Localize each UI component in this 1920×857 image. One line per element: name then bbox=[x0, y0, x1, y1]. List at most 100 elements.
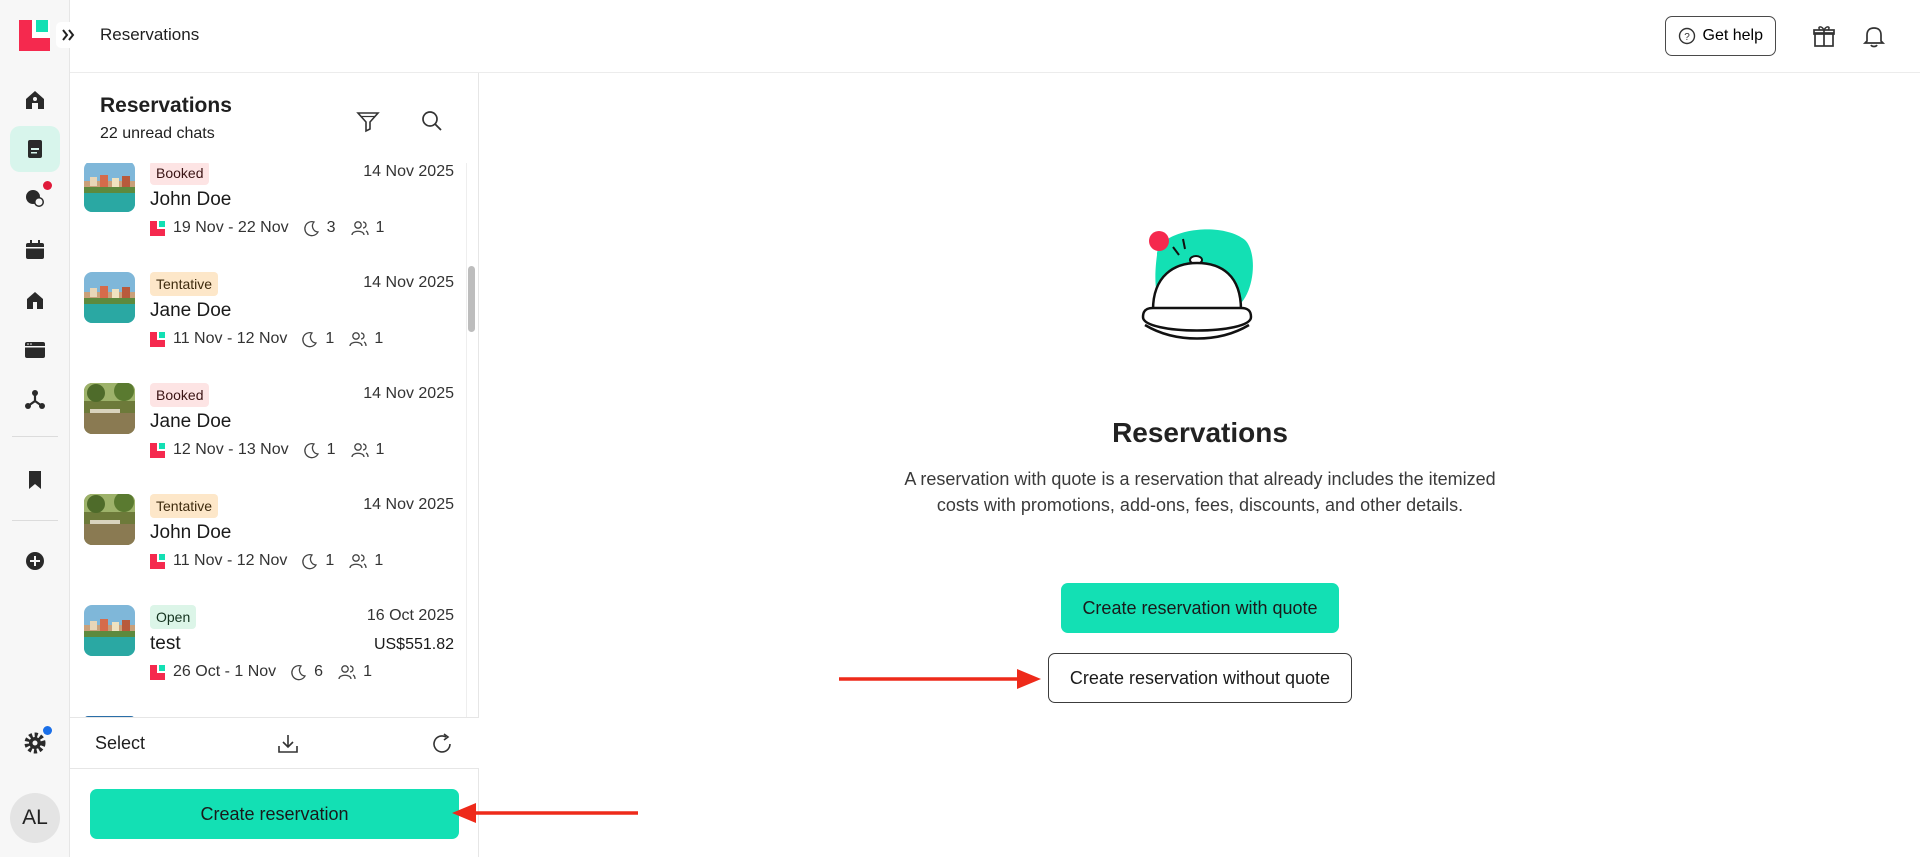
guests-count: 1 bbox=[375, 441, 385, 458]
list-item[interactable]: Open 16 Oct 2025 test US$551.82 26 Oct -… bbox=[84, 605, 454, 716]
brand-logo[interactable] bbox=[19, 20, 50, 51]
channel-logo-icon bbox=[150, 664, 165, 680]
status-badge: Tentative bbox=[150, 494, 219, 518]
create-reservation-button[interactable]: Create reservation bbox=[90, 789, 459, 839]
date-range: 12 Nov - 13 Nov bbox=[173, 441, 289, 458]
sidebar-item-calendar[interactable] bbox=[10, 227, 60, 273]
create-without-quote-button[interactable]: Create reservation without quote bbox=[1048, 653, 1352, 703]
sidebar-item-add[interactable] bbox=[10, 538, 60, 584]
service-bell-illustration bbox=[1141, 229, 1253, 340]
filter-icon[interactable] bbox=[354, 107, 382, 135]
inbox-icon bbox=[26, 190, 44, 207]
nights-count: 1 bbox=[326, 441, 336, 458]
item-date: 14 Nov 2025 bbox=[363, 385, 454, 402]
select-button[interactable]: Select bbox=[95, 733, 145, 754]
bookmark-icon bbox=[29, 471, 41, 489]
nights-count: 3 bbox=[326, 219, 336, 236]
property-thumbnail bbox=[84, 383, 135, 434]
item-date: 14 Nov 2025 bbox=[363, 163, 454, 180]
nights-icon bbox=[291, 665, 307, 681]
item-meta: 19 Nov - 22 Nov 3 1 bbox=[150, 219, 384, 237]
guests-count: 1 bbox=[375, 219, 385, 236]
top-bar: Reservations ? Get help bbox=[56, 0, 1920, 73]
reservations-icon bbox=[28, 140, 42, 158]
guest-name: John Doe bbox=[150, 522, 232, 543]
channel-logo-icon bbox=[150, 331, 165, 347]
date-range: 19 Nov - 22 Nov bbox=[173, 219, 289, 236]
nights-count: 6 bbox=[314, 663, 324, 680]
list-item[interactable]: Tentative 14 Nov 2025 Jane Doe 11 Nov - … bbox=[84, 272, 454, 383]
sidebar-divider bbox=[12, 520, 58, 521]
integrations-icon bbox=[25, 390, 45, 409]
channels-icon bbox=[25, 342, 45, 358]
refresh-icon[interactable] bbox=[429, 731, 455, 757]
guests-count: 1 bbox=[374, 330, 384, 347]
sidebar-item-channels[interactable] bbox=[10, 327, 60, 373]
sidebar-item-integrations[interactable] bbox=[10, 377, 60, 423]
annotation-arrow-icon bbox=[839, 669, 1041, 689]
reservation-list[interactable]: Booked 14 Nov 2025 John Doe 19 Nov - 22 … bbox=[70, 163, 479, 718]
guest-name: Jane Doe bbox=[150, 300, 232, 321]
page-title: Reservations bbox=[100, 25, 200, 44]
nights-count: 1 bbox=[325, 552, 335, 569]
date-range: 26 Oct - 1 Nov bbox=[173, 663, 277, 680]
property-thumbnail bbox=[84, 272, 135, 323]
sidebar-item-bookmarks[interactable] bbox=[10, 457, 60, 503]
sidebar-item-settings[interactable] bbox=[10, 720, 60, 766]
download-icon[interactable] bbox=[275, 731, 301, 757]
get-help-label: Get help bbox=[1702, 27, 1763, 44]
sidebar-item-properties[interactable] bbox=[10, 277, 60, 323]
channel-logo-icon bbox=[150, 442, 165, 458]
panel-title: Reservations bbox=[100, 94, 232, 117]
item-date: 14 Nov 2025 bbox=[363, 496, 454, 513]
item-meta: 26 Oct - 1 Nov 6 1 bbox=[150, 663, 372, 681]
properties-icon bbox=[27, 292, 43, 309]
guest-name: Jane Doe bbox=[150, 411, 232, 432]
guests-icon bbox=[349, 554, 367, 569]
item-price: US$551.82 bbox=[373, 636, 454, 653]
guest-name: test bbox=[150, 633, 181, 654]
date-range: 11 Nov - 12 Nov bbox=[173, 552, 288, 569]
create-with-quote-button[interactable]: Create reservation with quote bbox=[1061, 583, 1339, 633]
list-item[interactable]: Tentative 14 Nov 2025 John Doe 11 Nov - … bbox=[84, 494, 454, 605]
status-badge: Booked bbox=[150, 383, 210, 407]
settings-icon bbox=[24, 732, 46, 754]
empty-state-title: Reservations bbox=[1112, 417, 1288, 448]
home-icon bbox=[26, 91, 44, 109]
status-badge: Tentative bbox=[150, 272, 219, 296]
avatar[interactable]: AL bbox=[10, 793, 60, 843]
search-icon[interactable] bbox=[418, 107, 446, 135]
add-icon bbox=[26, 552, 44, 570]
list-item[interactable]: Booked 14 Nov 2025 John Doe 19 Nov - 22 … bbox=[84, 163, 454, 272]
item-meta: 11 Nov - 12 Nov 1 1 bbox=[150, 552, 383, 570]
nights-icon bbox=[303, 443, 319, 459]
date-range: 11 Nov - 12 Nov bbox=[173, 330, 288, 347]
annotation-arrow-icon bbox=[452, 803, 638, 823]
item-date: 16 Oct 2025 bbox=[366, 607, 454, 624]
gift-icon[interactable] bbox=[1810, 22, 1838, 50]
nights-icon bbox=[302, 332, 318, 348]
list-scrollbar-thumb[interactable] bbox=[468, 266, 475, 332]
status-badge: Open bbox=[150, 605, 197, 629]
item-date: 14 Nov 2025 bbox=[363, 274, 454, 291]
item-meta: 11 Nov - 12 Nov 1 1 bbox=[150, 330, 383, 348]
expand-sidebar-icon[interactable] bbox=[56, 22, 82, 48]
sidebar-item-home[interactable] bbox=[10, 77, 60, 123]
sidebar-rail: AL bbox=[0, 0, 70, 857]
nights-icon bbox=[303, 221, 319, 237]
guests-icon bbox=[350, 443, 369, 458]
bell-icon[interactable] bbox=[1860, 22, 1888, 50]
nights-count: 1 bbox=[325, 330, 335, 347]
nights-icon bbox=[302, 554, 318, 570]
property-thumbnail bbox=[84, 163, 135, 212]
property-thumbnail bbox=[84, 494, 135, 545]
list-item[interactable]: Booked 14 Nov 2025 Jane Doe 12 Nov - 13 … bbox=[84, 383, 454, 494]
sidebar-item-reservations[interactable] bbox=[10, 126, 60, 172]
channel-logo-icon bbox=[150, 220, 165, 236]
sidebar-item-inbox[interactable] bbox=[10, 175, 60, 221]
empty-state-description: A reservation with quote is a reservatio… bbox=[904, 469, 1496, 515]
sidebar-divider bbox=[12, 436, 58, 437]
property-thumbnail bbox=[84, 605, 135, 656]
list-scrollbar[interactable] bbox=[466, 163, 478, 718]
get-help-button[interactable]: ? Get help bbox=[1664, 16, 1776, 56]
